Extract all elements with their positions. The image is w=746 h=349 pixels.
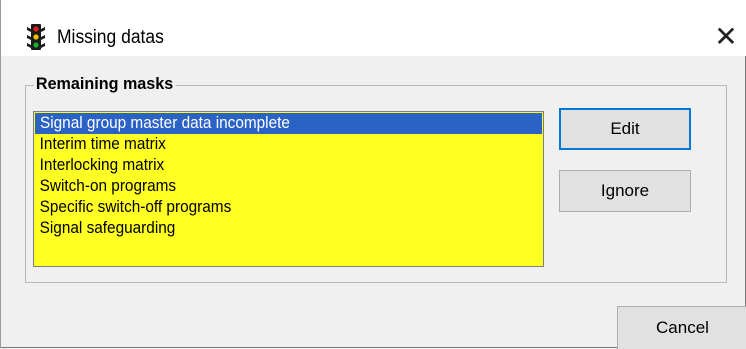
traffic-light-icon [27,24,45,50]
cancel-button[interactable]: Cancel [617,306,746,349]
close-button[interactable]: ✕ [708,18,744,54]
list-item[interactable]: Interlocking matrix [35,155,507,176]
title-bar: Missing datas ✕ [1,0,746,56]
list-item[interactable]: Specific switch-off programs [35,197,507,218]
close-icon: ✕ [714,19,738,53]
ignore-button[interactable]: Ignore [559,170,691,212]
list-item[interactable]: Signal group master data incomplete [35,113,542,134]
list-item[interactable]: Switch-on programs [35,176,507,197]
group-label: Remaining masks [34,74,176,94]
edit-button[interactable]: Edit [559,108,691,150]
window-title: Missing datas [57,27,164,48]
list-item[interactable]: Signal safeguarding [35,218,507,239]
remaining-masks-list[interactable]: Signal group master data incomplete Inte… [33,111,544,267]
list-item[interactable]: Interim time matrix [35,134,507,155]
missing-datas-dialog: Missing datas ✕ Remaining masks Signal g… [0,0,746,349]
list-item-label: Signal group master data incomplete [40,114,290,132]
